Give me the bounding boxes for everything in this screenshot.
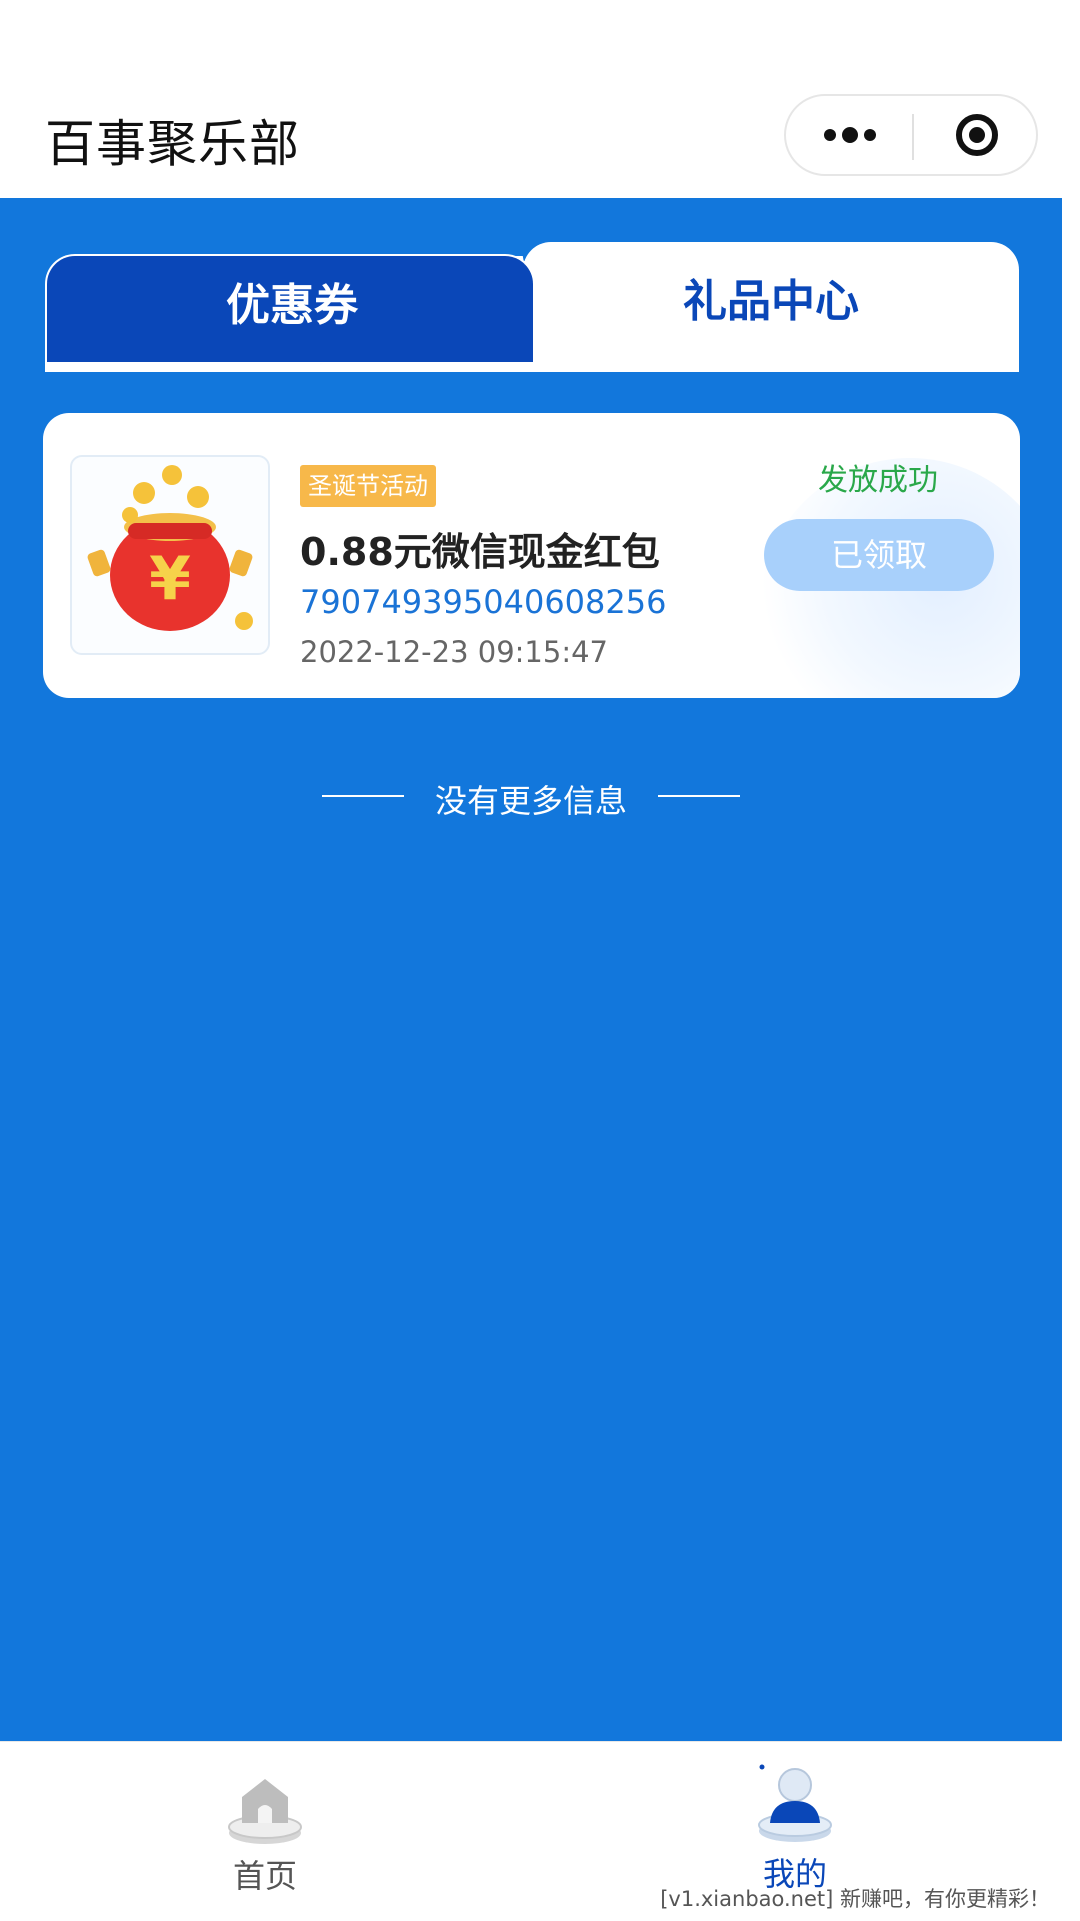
tab-label: 礼品中心 [683, 276, 859, 327]
tabbar-item-mine[interactable]: 我的 [730, 1757, 860, 1897]
more-dot-icon [864, 129, 876, 141]
activity-badge: 圣诞节活动 [300, 465, 436, 507]
tabbar-item-home[interactable]: 首页 [200, 1767, 330, 1897]
tabbar-label-home: 首页 [232, 1857, 297, 1895]
gift-timestamp: 2022-12-23 09:15:47 [300, 635, 608, 669]
gift-record-card: ¥ 圣诞节活动 0.88元微信现金红包 790749395040608256 2… [43, 413, 1020, 698]
more-button[interactable] [786, 96, 912, 174]
watermark-text: [v1.xianbao.net] 新赚吧，有你更精彩！ [660, 1887, 1050, 1911]
main-content: 礼品中心 优惠券 ¥ 圣诞节活动 0.88元微信现金红包 79074939504… [0, 198, 1062, 1741]
gift-code[interactable]: 790749395040608256 [300, 583, 666, 621]
gift-title: 0.88元微信现金红包 [300, 530, 660, 574]
status-text: 发放成功 [818, 463, 938, 498]
claimed-button[interactable]: 已领取 [764, 519, 994, 591]
miniprogram-capsule [784, 94, 1038, 176]
target-dot-icon [969, 127, 985, 143]
close-miniprogram-button[interactable] [914, 96, 1038, 174]
red-envelope-money-bag-icon: ¥ [70, 455, 270, 655]
tab-coupons[interactable]: 优惠券 [45, 254, 535, 362]
tab-underline [45, 362, 1019, 372]
more-dot-icon [842, 127, 858, 143]
tab-gift-center[interactable]: 礼品中心 [523, 242, 1019, 372]
divider-line-right [658, 795, 740, 797]
no-more-info-text: 没有更多信息 [434, 782, 627, 820]
nav-header: 百事聚乐部 [0, 0, 1062, 198]
tab-label: 优惠券 [226, 280, 358, 331]
more-dot-icon [824, 129, 836, 141]
home-icon [228, 1779, 302, 1844]
user-icon [758, 1764, 832, 1842]
bottom-tab-bar: 首页 我的 [v1.xianbao.net] 新赚吧，有你更精彩！ [0, 1741, 1062, 1921]
page-title: 百事聚乐部 [45, 115, 300, 173]
tab-bar-top: 礼品中心 优惠券 [45, 242, 1019, 372]
svg-text:¥: ¥ [149, 544, 191, 614]
